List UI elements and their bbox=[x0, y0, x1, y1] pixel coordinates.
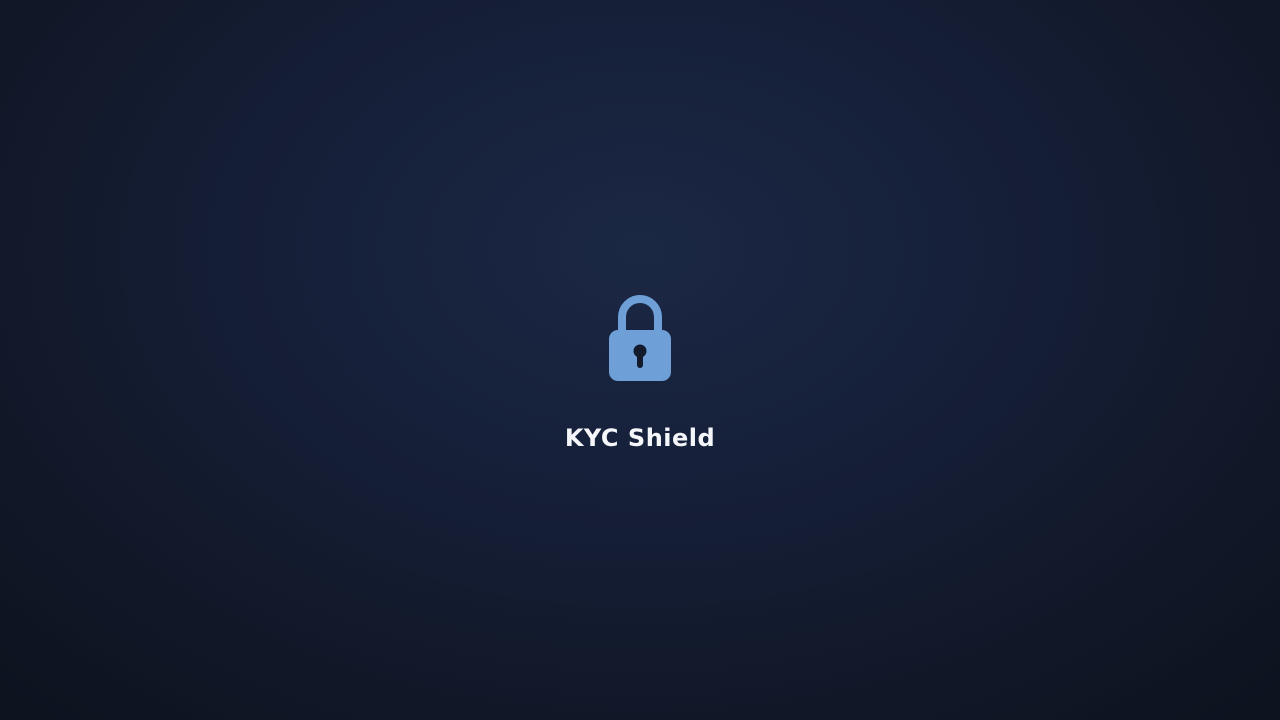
splash-screen: KYC Shield bbox=[0, 0, 1280, 720]
app-title: KYC Shield bbox=[564, 424, 716, 452]
lock-icon bbox=[608, 290, 672, 382]
